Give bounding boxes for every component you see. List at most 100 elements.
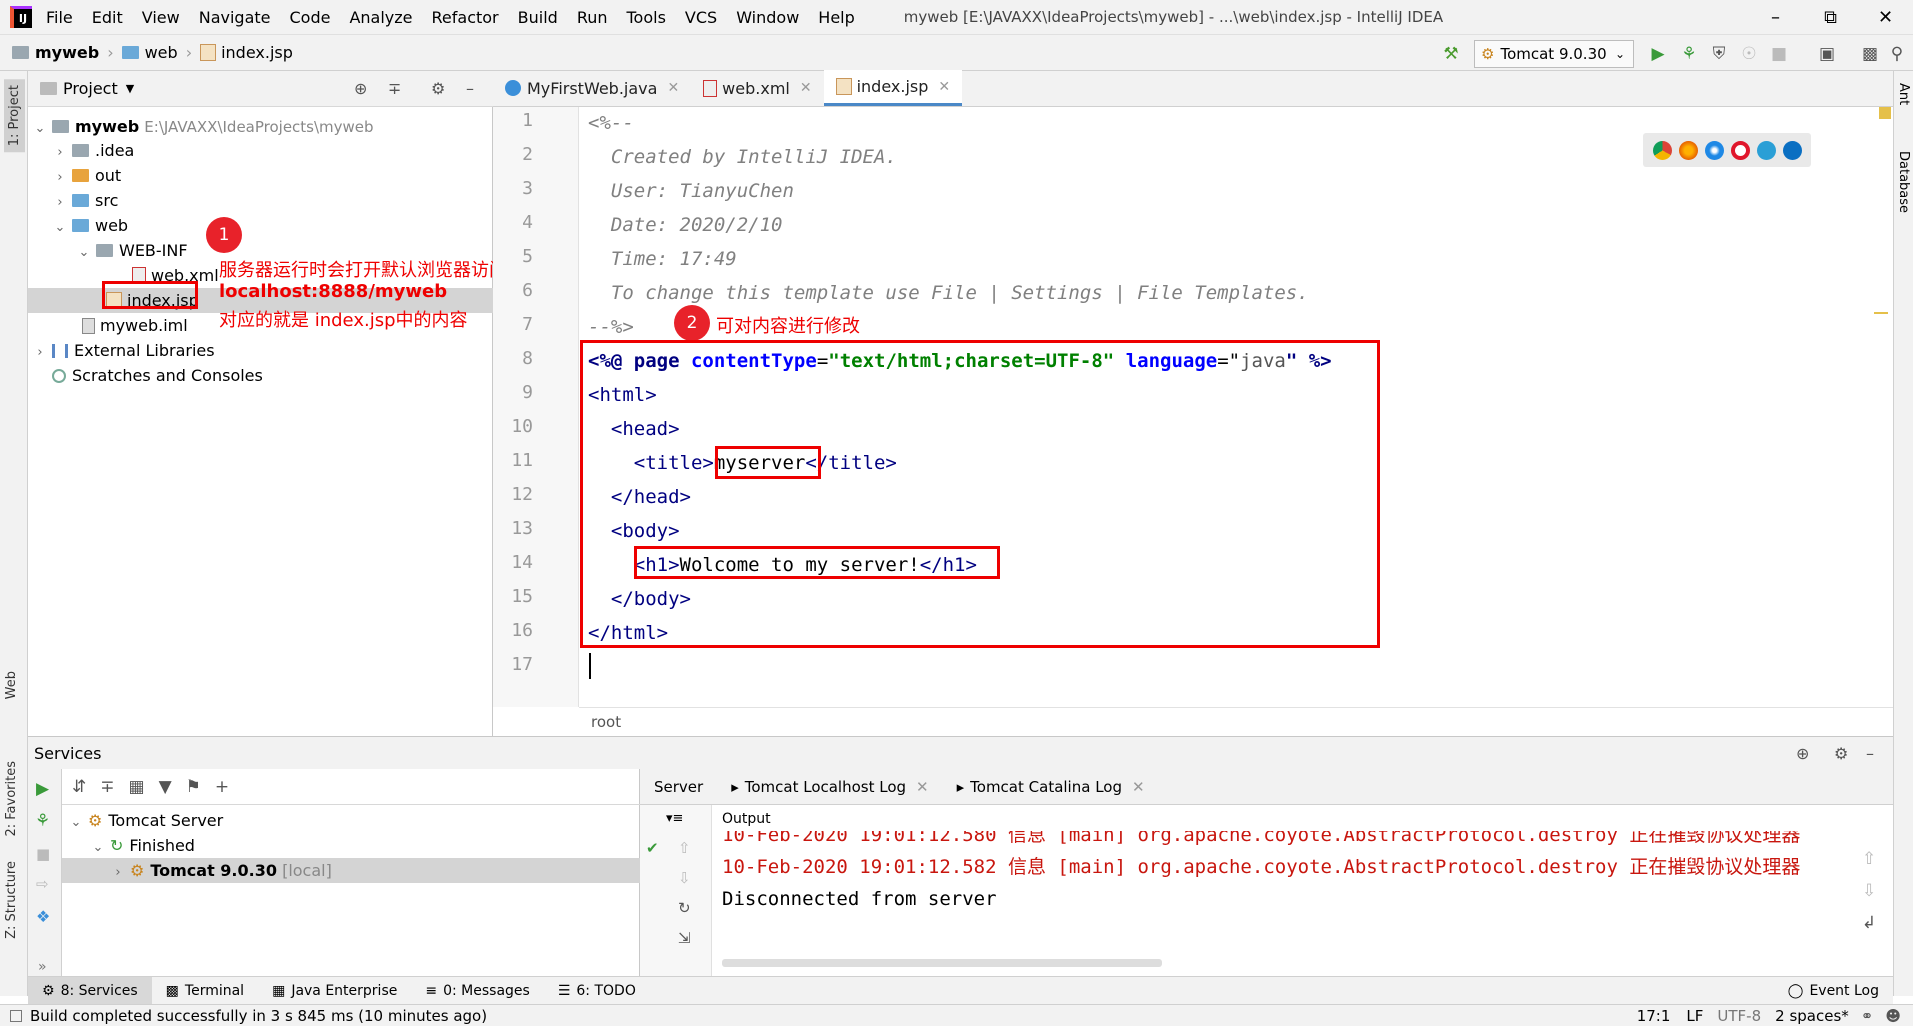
service-tomcat-instance[interactable]: › ⚙ Tomcat 9.0.30 [local] <box>62 858 640 883</box>
tab-tomcat-localhost-log[interactable]: ▸ Tomcat Localhost Log ✕ <box>717 769 942 805</box>
lock-icon[interactable]: ⚭ <box>1861 1007 1874 1025</box>
inspector-icon[interactable]: ☻ <box>1885 1007 1901 1025</box>
menu-analyze[interactable]: Analyze <box>349 8 412 27</box>
tree-item-web[interactable]: ⌄ web <box>52 213 129 238</box>
editor-breadcrumb[interactable]: root <box>579 707 1893 736</box>
locate-icon[interactable]: ⊕ <box>1796 744 1809 763</box>
tab-terminal[interactable]: ▩ Terminal <box>152 977 258 1005</box>
close-tab-icon[interactable]: ✕ <box>916 778 929 796</box>
project-view-select[interactable]: Project <box>63 79 118 98</box>
run-icon[interactable]: ▶ <box>1647 43 1669 65</box>
expand-all-icon[interactable]: ⇵ <box>72 777 86 797</box>
tab-web-xml[interactable]: web.xml ✕ <box>691 70 823 106</box>
hide-icon[interactable]: – <box>1866 744 1874 763</box>
menu-run[interactable]: Run <box>577 8 608 27</box>
menu-refactor[interactable]: Refactor <box>432 8 499 27</box>
collapse-all-icon[interactable]: ∓ <box>100 777 114 797</box>
tab-structure[interactable]: Z: Structure <box>4 861 19 939</box>
stop-icon[interactable]: ■ <box>36 845 50 863</box>
profile-icon[interactable]: ☉ <box>1738 43 1760 65</box>
menu-help[interactable]: Help <box>818 8 854 27</box>
tree-item-out[interactable]: › out <box>52 163 121 188</box>
update-icon[interactable]: ⇲ <box>678 929 691 947</box>
soft-wrap-icon[interactable]: ↲ <box>1862 913 1876 933</box>
build-hammer-icon[interactable]: ⚒ <box>1440 43 1462 65</box>
edge-icon[interactable] <box>1782 140 1802 160</box>
tab-project[interactable]: 1: Project <box>4 79 25 153</box>
close-tab-icon[interactable]: ✕ <box>667 80 679 96</box>
internet-explorer-icon[interactable] <box>1756 140 1776 160</box>
analysis-status-marker[interactable] <box>1879 107 1891 119</box>
tab-web[interactable]: Web <box>4 671 19 699</box>
hide-icon[interactable]: – <box>466 79 474 98</box>
run-icon[interactable]: ▶ <box>36 779 49 799</box>
sort-icon[interactable]: ▾≡ <box>666 811 683 826</box>
debug-icon[interactable]: ⚘ <box>1678 43 1700 65</box>
gear-icon[interactable]: ⚙ <box>1834 744 1848 763</box>
line-separator[interactable]: LF <box>1686 1007 1703 1025</box>
tab-event-log[interactable]: ◯ Event Log <box>1774 977 1893 1005</box>
more-icon[interactable]: » <box>38 959 47 975</box>
tree-item-web-inf[interactable]: ⌄ WEB-INF <box>76 238 188 263</box>
minimize-icon[interactable]: – <box>1748 0 1803 34</box>
menu-view[interactable]: View <box>142 8 180 27</box>
sdk-icon[interactable]: ▩ <box>1859 43 1881 65</box>
tree-item-myweb[interactable]: ⌄ myweb E:\JAVAXX\IdeaProjects\myweb <box>32 114 374 139</box>
stop-icon[interactable]: ■ <box>1768 43 1790 65</box>
debug-icon[interactable]: ⚘ <box>35 811 50 831</box>
chevron-down-icon[interactable]: ▼ <box>126 82 134 95</box>
opera-icon[interactable] <box>1730 140 1750 160</box>
scroll-up-icon[interactable]: ⇧ <box>1862 849 1876 869</box>
breadcrumb-index-jsp[interactable]: index.jsp <box>200 43 293 62</box>
service-tomcat-server[interactable]: ⌄ ⚙ Tomcat Server <box>68 808 224 833</box>
down-icon[interactable]: ⇩ <box>678 869 691 887</box>
deploy-icon[interactable]: ⇨ <box>36 875 49 893</box>
chrome-icon[interactable] <box>1652 140 1672 160</box>
up-icon[interactable]: ⇧ <box>678 839 691 857</box>
project-structure-icon[interactable]: ▣ <box>1816 43 1838 65</box>
menu-code[interactable]: Code <box>290 8 331 27</box>
tree-item-src[interactable]: › src <box>52 188 118 213</box>
firefox-icon[interactable] <box>1678 140 1698 160</box>
collapse-all-icon[interactable]: ∓ <box>388 79 401 98</box>
tab-database[interactable]: Database <box>1896 151 1911 213</box>
menu-vcs[interactable]: VCS <box>685 8 717 27</box>
tab-tomcat-catalina-log[interactable]: ▸ Tomcat Catalina Log ✕ <box>943 769 1159 805</box>
close-tab-icon[interactable]: ✕ <box>938 79 950 95</box>
tree-item-external-libraries[interactable]: › External Libraries <box>32 338 214 363</box>
breadcrumb-myweb[interactable]: myweb <box>12 43 99 62</box>
tab-myfirstweb-java[interactable]: MyFirstWeb.java ✕ <box>493 70 691 106</box>
tree-item-scratches[interactable]: Scratches and Consoles <box>52 363 263 388</box>
safari-icon[interactable] <box>1704 140 1724 160</box>
console-output[interactable]: 10-Feb-2020 19:01:12.580 信息 [main] org.a… <box>712 831 1893 977</box>
tree-item-idea[interactable]: › .idea <box>52 138 134 163</box>
indent-setting[interactable]: 2 spaces* <box>1775 1007 1849 1025</box>
close-tab-icon[interactable]: ✕ <box>1132 778 1145 796</box>
horizontal-scrollbar[interactable] <box>722 959 1162 967</box>
coverage-icon[interactable]: ⛨ <box>1708 43 1730 65</box>
status-message[interactable]: Build completed successfully in 3 s 845 … <box>30 1007 487 1025</box>
tree-item-myweb-iml[interactable]: myweb.iml <box>82 313 188 338</box>
caret-position[interactable]: 17:1 <box>1637 1007 1671 1025</box>
artifact-icon[interactable]: ❖ <box>36 907 50 926</box>
tab-services[interactable]: ⚙ 8: Services <box>28 976 152 1005</box>
file-encoding[interactable]: UTF-8 <box>1717 1007 1761 1025</box>
tab-messages[interactable]: ≡ 0: Messages <box>411 977 543 1005</box>
tab-server[interactable]: Server <box>640 769 717 805</box>
run-configuration-select[interactable]: ⚙ Tomcat 9.0.30 ⌄ <box>1474 40 1634 68</box>
close-tab-icon[interactable]: ✕ <box>800 80 812 96</box>
search-icon[interactable]: ⚲ <box>1886 43 1908 65</box>
add-service-icon[interactable]: + <box>215 777 229 797</box>
breadcrumb-web[interactable]: web <box>121 43 178 62</box>
tab-java-enterprise[interactable]: ▦ Java Enterprise <box>258 977 411 1005</box>
filter-icon[interactable]: ▼ <box>159 777 172 797</box>
tab-index-jsp[interactable]: index.jsp ✕ <box>823 70 963 106</box>
tab-favorites[interactable]: 2: Favorites <box>4 761 19 837</box>
group-by-icon[interactable]: ▦ <box>129 777 145 797</box>
locate-icon[interactable]: ⊕ <box>354 79 367 98</box>
menu-build[interactable]: Build <box>518 8 558 27</box>
open-in-window-icon[interactable]: ⚑ <box>186 777 201 797</box>
tab-ant[interactable]: Ant <box>1896 83 1911 105</box>
service-finished[interactable]: ⌄ ↻ Finished <box>90 833 195 858</box>
close-icon[interactable]: ✕ <box>1858 0 1913 34</box>
